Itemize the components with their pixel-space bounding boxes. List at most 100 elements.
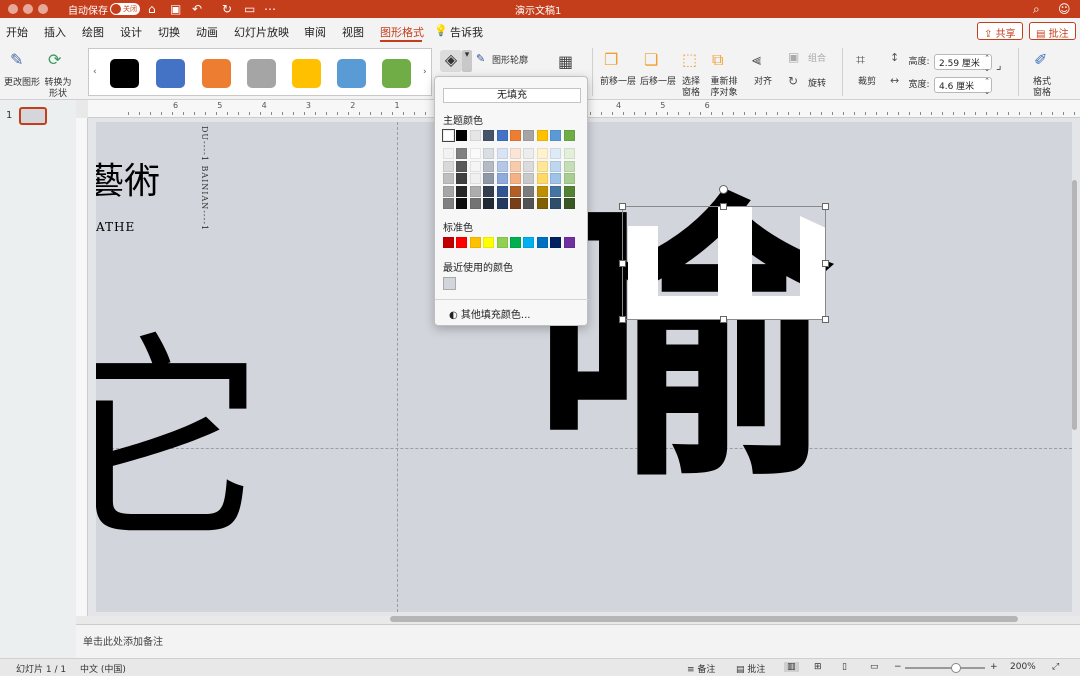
slide-char-bottom-left[interactable]: 它 xyxy=(96,332,266,552)
theme-color-swatch[interactable] xyxy=(443,148,454,159)
undo-icon[interactable]: ↶ xyxy=(192,1,202,17)
reading-view-icon[interactable]: ▯ xyxy=(842,662,847,672)
change-shape-button[interactable]: 更改图形 xyxy=(4,78,40,89)
theme-color-swatch[interactable] xyxy=(442,129,455,142)
theme-color-swatch[interactable] xyxy=(469,160,481,172)
tab-review[interactable]: 审阅 xyxy=(304,24,326,40)
theme-color-swatch[interactable] xyxy=(523,198,535,209)
theme-color-swatch[interactable] xyxy=(469,148,481,159)
theme-color-swatch[interactable] xyxy=(483,173,495,184)
theme-color-swatch[interactable] xyxy=(550,185,562,197)
standard-color-swatch[interactable] xyxy=(523,237,535,248)
theme-color-swatch[interactable] xyxy=(550,148,562,159)
theme-color-swatch[interactable] xyxy=(536,173,548,184)
save-icon[interactable]: ▣ xyxy=(170,1,181,17)
theme-color-swatch[interactable] xyxy=(443,160,454,172)
tab-shape-format[interactable]: 图形格式 xyxy=(380,24,424,40)
reorder-objects-button[interactable]: 重新排 序对象 xyxy=(707,77,741,99)
theme-color-swatch[interactable] xyxy=(510,185,521,197)
align-icon[interactable]: ⫷ xyxy=(752,50,761,70)
theme-color-swatch[interactable] xyxy=(563,173,575,184)
close-window-icon[interactable] xyxy=(8,4,18,14)
theme-color-swatch[interactable] xyxy=(496,148,508,159)
style-swatch[interactable] xyxy=(247,59,276,88)
more-fill-colors-option[interactable]: ◐ 其他填充颜色... xyxy=(449,306,530,321)
rotate-icon[interactable]: ↻ xyxy=(788,74,798,88)
slideshow-view-icon[interactable]: ▭ xyxy=(870,662,879,672)
theme-color-swatch[interactable] xyxy=(456,198,468,209)
standard-color-swatch[interactable] xyxy=(456,237,468,248)
standard-color-swatch[interactable] xyxy=(483,237,495,248)
normal-view-icon[interactable]: ▥ xyxy=(784,662,799,672)
theme-color-swatch[interactable] xyxy=(536,198,548,209)
style-swatch[interactable] xyxy=(110,59,139,88)
selection-pane-button[interactable]: 选择 窗格 xyxy=(678,77,704,99)
theme-color-swatch[interactable] xyxy=(563,160,575,172)
style-swatch[interactable] xyxy=(292,59,321,88)
resize-handle[interactable] xyxy=(822,203,829,210)
align-button[interactable]: 对齐 xyxy=(748,77,778,88)
recent-color-swatch[interactable] xyxy=(443,277,456,290)
lock-aspect-icon[interactable]: ⌟ xyxy=(996,58,1002,72)
resize-handle[interactable] xyxy=(822,260,829,267)
theme-color-swatch[interactable] xyxy=(456,160,468,172)
theme-color-swatch[interactable] xyxy=(536,160,548,172)
selection-pane-icon[interactable]: ⬚ xyxy=(682,50,697,69)
zoom-out-icon[interactable]: − xyxy=(894,662,902,672)
language-status[interactable]: 中文 (中国) xyxy=(80,662,126,675)
theme-color-swatch[interactable] xyxy=(536,185,548,197)
present-icon[interactable]: ▭ xyxy=(244,1,255,17)
crop-button[interactable]: 裁剪 xyxy=(852,77,882,88)
theme-color-swatch[interactable] xyxy=(550,130,562,141)
style-swatch[interactable] xyxy=(156,59,185,88)
send-backward-button[interactable]: 后移一层 xyxy=(638,77,678,88)
theme-color-swatch[interactable] xyxy=(496,198,508,209)
gallery-prev-icon[interactable]: ‹ xyxy=(93,67,97,77)
theme-color-swatch[interactable] xyxy=(510,173,521,184)
style-swatch[interactable] xyxy=(382,59,411,88)
tab-transitions[interactable]: 切换 xyxy=(158,24,180,40)
theme-color-swatch[interactable] xyxy=(510,130,521,141)
theme-color-swatch[interactable] xyxy=(483,185,495,197)
tab-draw[interactable]: 绘图 xyxy=(82,24,104,40)
standard-color-swatch[interactable] xyxy=(443,237,454,248)
theme-color-swatch[interactable] xyxy=(550,160,562,172)
theme-color-swatch[interactable] xyxy=(443,173,454,184)
theme-color-swatch[interactable] xyxy=(536,148,548,159)
height-stepper-icon[interactable]: ⌃ ⌄ xyxy=(982,53,992,75)
notes-toggle[interactable]: ≡ 备注 xyxy=(687,662,715,675)
outline-pen-icon[interactable]: ✎ xyxy=(476,52,485,65)
theme-color-swatch[interactable] xyxy=(523,130,535,141)
vertical-scrollbar[interactable] xyxy=(1072,180,1077,430)
theme-color-swatch[interactable] xyxy=(510,198,521,209)
redo-icon[interactable]: ↻ xyxy=(222,1,232,17)
slide-vertical-text[interactable]: DU----1 BAINIAN----1 xyxy=(200,126,209,231)
notes-placeholder[interactable]: 单击此处添加备注 xyxy=(83,633,163,648)
theme-color-swatch[interactable] xyxy=(469,130,481,141)
standard-color-swatch[interactable] xyxy=(536,237,548,248)
zoom-level[interactable]: 200% xyxy=(1010,662,1036,672)
theme-color-swatch[interactable] xyxy=(483,148,495,159)
horizontal-scrollbar[interactable] xyxy=(390,616,1018,622)
minimize-window-icon[interactable] xyxy=(23,4,33,14)
bring-forward-icon[interactable]: ❐ xyxy=(604,50,618,69)
theme-color-swatch[interactable] xyxy=(456,130,468,141)
theme-color-swatch[interactable] xyxy=(496,185,508,197)
theme-color-swatch[interactable] xyxy=(550,198,562,209)
shape-outline-button[interactable]: 图形轮廓 xyxy=(492,56,542,67)
theme-color-swatch[interactable] xyxy=(443,185,454,197)
theme-color-swatch[interactable] xyxy=(469,173,481,184)
theme-color-swatch[interactable] xyxy=(563,198,575,209)
home-icon[interactable]: ⌂ xyxy=(148,1,156,17)
group-icon[interactable]: ▣ xyxy=(788,50,799,64)
theme-color-swatch[interactable] xyxy=(563,130,575,141)
zoom-slider[interactable] xyxy=(905,667,985,669)
resize-handle[interactable] xyxy=(619,316,626,323)
theme-color-swatch[interactable] xyxy=(443,198,454,209)
theme-color-swatch[interactable] xyxy=(496,173,508,184)
theme-color-swatch[interactable] xyxy=(550,173,562,184)
tab-view[interactable]: 视图 xyxy=(342,24,364,40)
notes-pane[interactable]: 单击此处添加备注 xyxy=(76,624,1080,658)
resize-handle[interactable] xyxy=(720,203,727,210)
tab-insert[interactable]: 插入 xyxy=(44,24,66,40)
